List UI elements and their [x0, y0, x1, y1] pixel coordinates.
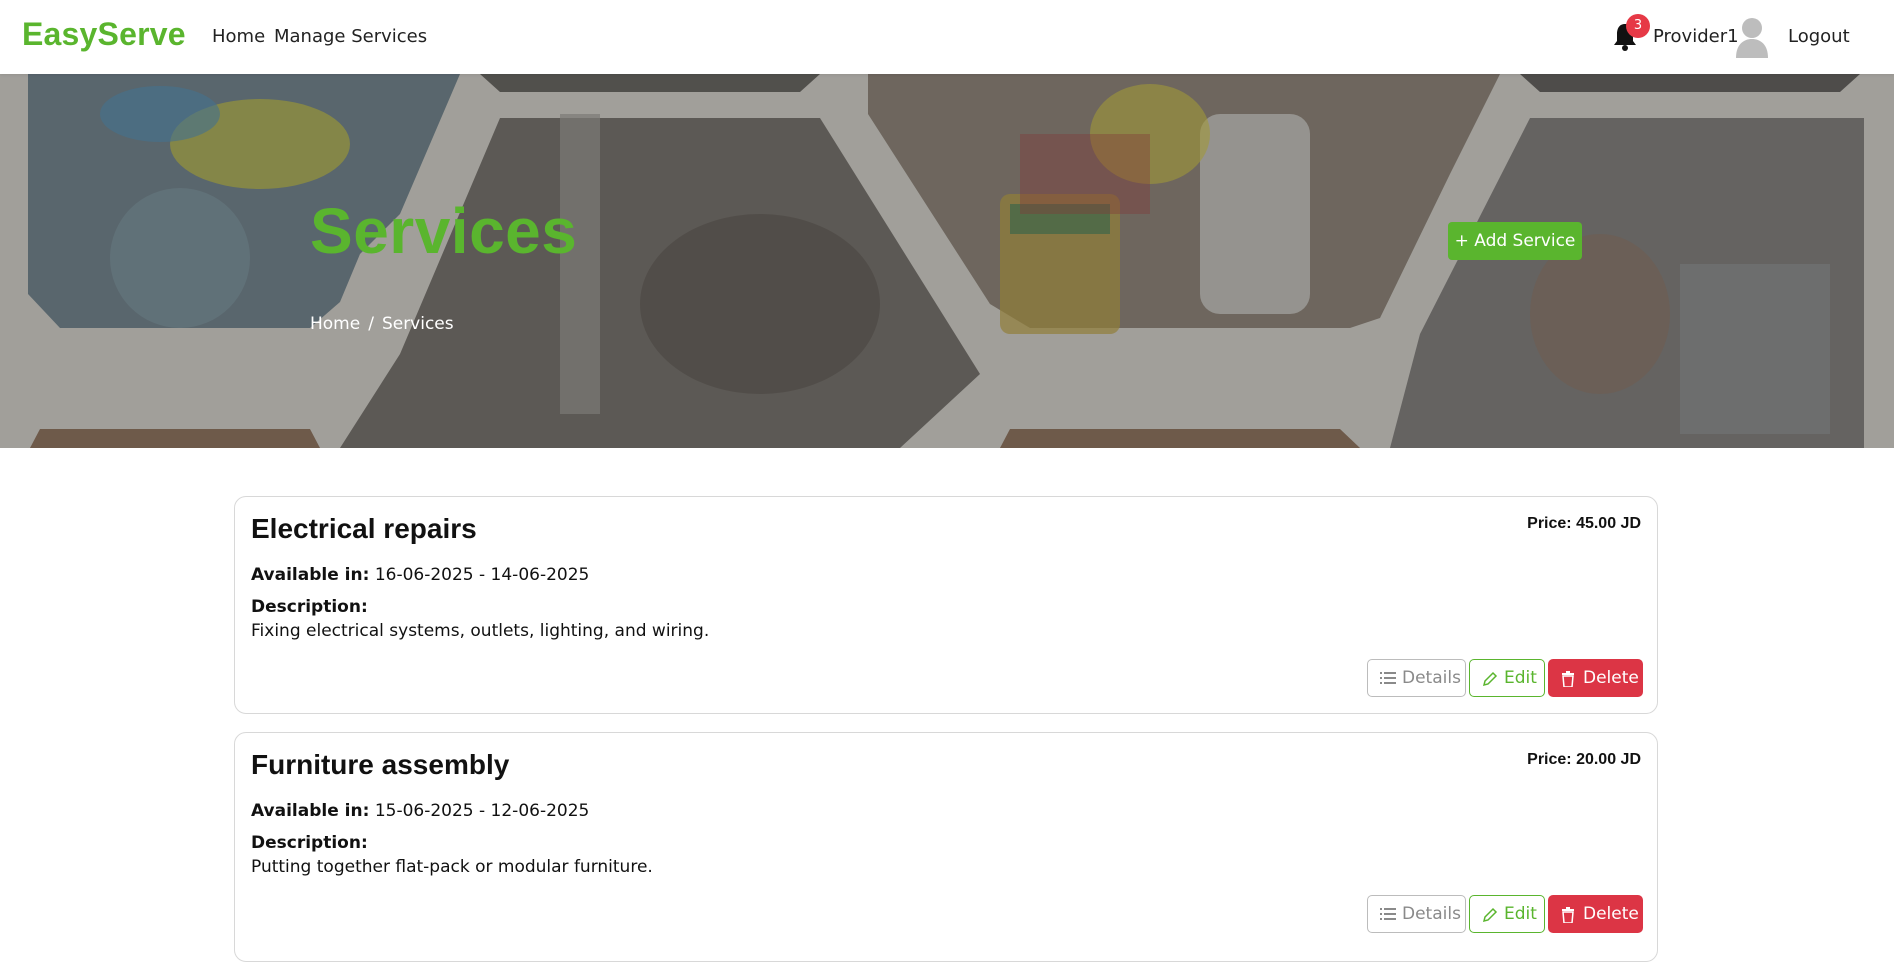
details-button-label: Details — [1402, 904, 1461, 924]
trash-icon — [1562, 671, 1574, 687]
nav-link-manage-services[interactable]: Manage Services — [274, 26, 427, 47]
edit-button-label: Edit — [1504, 668, 1537, 688]
edit-button[interactable]: Edit — [1469, 659, 1545, 697]
service-availability: Available in: 15-06-2025 - 12-06-2025 — [251, 801, 589, 821]
description-text: Fixing electrical systems, outlets, ligh… — [251, 621, 710, 641]
details-button[interactable]: Details — [1367, 659, 1466, 697]
delete-button[interactable]: Delete — [1548, 895, 1643, 933]
delete-button-label: Delete — [1583, 668, 1639, 688]
availability-value: 15-06-2025 - 12-06-2025 — [374, 801, 590, 821]
service-card: Electrical repairs Price: 45.00 JD Avail… — [234, 496, 1658, 714]
delete-button-label: Delete — [1583, 904, 1639, 924]
breadcrumb-current: Services — [381, 314, 454, 334]
brand-logo[interactable]: EasyServe — [22, 16, 186, 53]
availability-label: Available in: — [251, 801, 370, 821]
service-card: Furniture assembly Price: 20.00 JD Avail… — [234, 732, 1658, 962]
pencil-icon — [1482, 907, 1498, 923]
availability-label: Available in: — [251, 565, 370, 585]
price-value: 20.00 JD — [1576, 751, 1641, 768]
description-text: Putting together flat-pack or modular fu… — [251, 857, 653, 877]
service-title: Furniture assembly — [251, 749, 510, 780]
service-title: Electrical repairs — [251, 513, 477, 544]
logout-link[interactable]: Logout — [1788, 26, 1850, 47]
hero-background-image — [0, 74, 1894, 448]
hero-banner: Services Home / Services + Add Service — [0, 74, 1894, 448]
service-price: Price: 45.00 JD — [1527, 515, 1641, 533]
pencil-icon — [1482, 671, 1498, 687]
service-price: Price: 20.00 JD — [1527, 751, 1641, 769]
service-availability: Available in: 16-06-2025 - 14-06-2025 — [251, 565, 589, 585]
list-icon — [1380, 908, 1396, 920]
top-navbar: EasyServe Home Manage Services 3 Provide… — [0, 0, 1894, 74]
details-button[interactable]: Details — [1367, 895, 1466, 933]
breadcrumb: Home / Services — [310, 314, 454, 334]
price-label: Price: — [1527, 515, 1572, 532]
trash-icon — [1562, 907, 1574, 923]
edit-button-label: Edit — [1504, 904, 1537, 924]
details-button-label: Details — [1402, 668, 1461, 688]
user-name[interactable]: Provider1 — [1653, 26, 1739, 47]
user-avatar-icon[interactable] — [1734, 16, 1770, 58]
notification-count-badge: 3 — [1626, 14, 1650, 38]
breadcrumb-home[interactable]: Home — [310, 314, 360, 334]
delete-button[interactable]: Delete — [1548, 659, 1643, 697]
description-label: Description: — [251, 597, 368, 617]
price-value: 45.00 JD — [1576, 515, 1641, 532]
edit-button[interactable]: Edit — [1469, 895, 1545, 933]
breadcrumb-separator: / — [368, 314, 374, 334]
availability-value: 16-06-2025 - 14-06-2025 — [374, 565, 590, 585]
nav-link-home[interactable]: Home — [212, 26, 265, 47]
page-title: Services — [310, 195, 578, 267]
list-icon — [1380, 672, 1396, 684]
add-service-button[interactable]: + Add Service — [1448, 222, 1582, 260]
description-label: Description: — [251, 833, 368, 853]
price-label: Price: — [1527, 751, 1572, 768]
